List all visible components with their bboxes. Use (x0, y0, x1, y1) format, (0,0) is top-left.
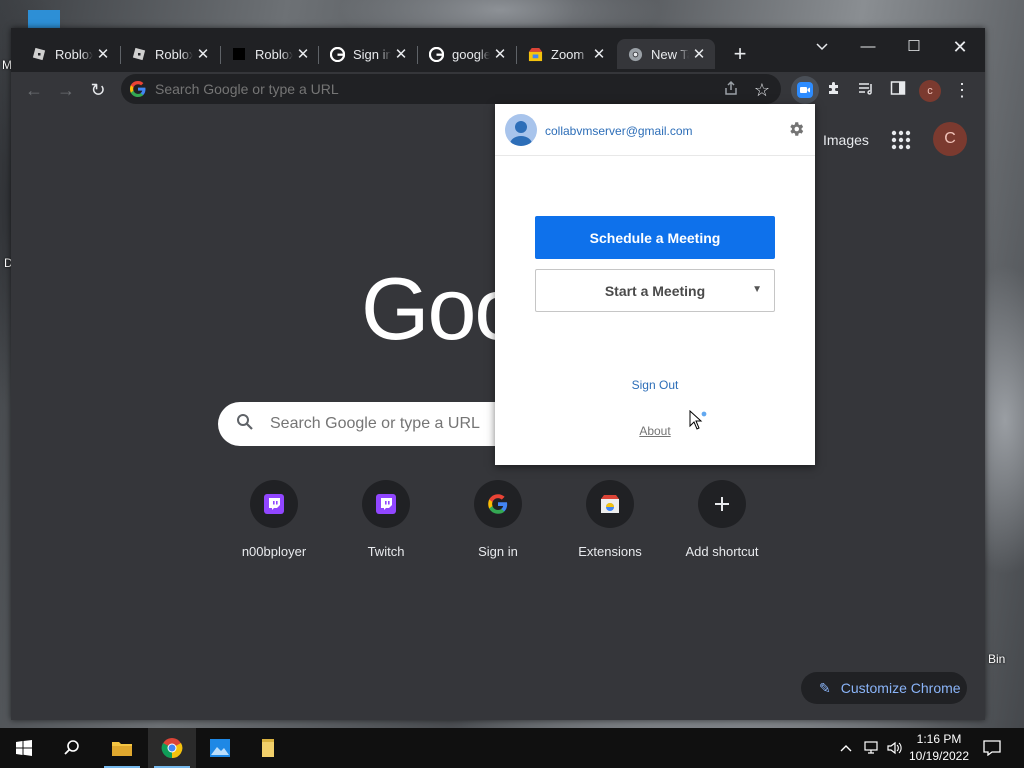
google-g-icon (130, 81, 146, 97)
tab-title: Roblox (155, 46, 193, 62)
google-icon (329, 46, 345, 62)
tab-title: google (452, 46, 490, 62)
share-icon[interactable] (719, 78, 743, 102)
tab-title: Roblox (55, 46, 93, 62)
file-explorer-icon[interactable] (98, 728, 146, 768)
start-windows-icon[interactable] (0, 728, 48, 768)
chrome-icon (627, 46, 643, 62)
shortcut-sign-in[interactable]: Sign in (442, 480, 554, 570)
tab-title: New Tab (651, 46, 689, 62)
search-icon[interactable] (48, 728, 96, 768)
twitch-icon (362, 480, 410, 528)
roblox-icon (31, 46, 47, 62)
reload-icon[interactable]: ↻ (86, 78, 110, 102)
shortcut-label: Sign in (478, 544, 518, 559)
forward-arrow-icon[interactable]: → (54, 78, 78, 102)
omnibox[interactable] (121, 74, 781, 104)
chrome-taskbar-icon[interactable] (148, 728, 196, 768)
search-icon (236, 413, 258, 436)
recycle-bin-label[interactable]: Bin (988, 652, 1005, 666)
google-icon (428, 46, 444, 62)
tab-close-icon[interactable]: ✕ (490, 45, 510, 63)
tab-sign-in[interactable]: Sign in ✕ (319, 39, 417, 69)
user-avatar-icon (505, 114, 537, 146)
shortcut-label: Twitch (367, 544, 405, 559)
volume-icon[interactable] (884, 728, 906, 768)
tab-roblox-1[interactable]: Roblox ✕ (21, 39, 119, 69)
tab-search-chevron-icon[interactable] (799, 32, 845, 62)
tab-new-tab[interactable]: New Tab ✕ (617, 39, 715, 69)
network-icon[interactable] (860, 728, 882, 768)
mouse-cursor-busy-icon (689, 410, 707, 430)
notification-center-icon[interactable] (978, 728, 1006, 768)
tab-title: Roblox (255, 46, 293, 62)
shortcut-twitch[interactable]: Twitch (330, 480, 442, 570)
sign-out-link[interactable]: Sign Out (495, 378, 815, 392)
caret-down-icon[interactable]: ▼ (752, 284, 762, 295)
side-panel-icon[interactable] (886, 78, 910, 102)
extensions-puzzle-icon[interactable] (822, 78, 846, 102)
zoom-extension-icon[interactable] (791, 76, 819, 104)
zoom-extension-popup: collabvmserver@gmail.com Schedule a Meet… (495, 104, 815, 465)
roblox-black-icon (231, 46, 247, 62)
google-icon (474, 480, 522, 528)
start-meeting-label: Start a Meeting (604, 282, 706, 299)
shortcut-label: Add shortcut (685, 544, 759, 559)
windows-taskbar: 1:16 PM 10/19/2022 (0, 728, 1024, 768)
new-tab-plus-icon[interactable]: + (727, 42, 753, 68)
customize-chrome-button[interactable]: ✎ Customize Chrome (801, 672, 967, 704)
clock-date: 10/19/2022 (908, 749, 970, 763)
sticky-notes-icon[interactable] (244, 728, 292, 768)
reading-list-icon[interactable] (854, 78, 878, 102)
account-email: collabvmserver@gmail.com (545, 124, 693, 138)
start-meeting-button[interactable]: Start a Meeting ▼ (535, 269, 775, 312)
about-link[interactable]: About (495, 424, 815, 438)
roblox-icon (131, 46, 147, 62)
tab-roblox-2[interactable]: Roblox ✕ (121, 39, 219, 69)
settings-gear-icon[interactable] (787, 120, 805, 138)
bookmark-star-icon[interactable]: ☆ (750, 78, 774, 102)
tab-close-icon[interactable]: ✕ (93, 45, 113, 63)
tab-close-icon[interactable]: ✕ (589, 45, 609, 63)
menu-kebab-icon[interactable]: ⋮ (950, 78, 974, 102)
tab-title: Sign in (353, 46, 391, 62)
plus-icon (698, 480, 746, 528)
account-avatar[interactable]: C (933, 122, 967, 156)
tab-close-icon[interactable]: ✕ (689, 45, 709, 63)
zoom-store-icon (527, 46, 543, 62)
twitch-icon (250, 480, 298, 528)
system-clock[interactable]: 1:16 PM 10/19/2022 (904, 731, 974, 765)
shortcut-label: n00bployer (241, 544, 307, 559)
tab-roblox-3[interactable]: Roblox ✕ (221, 39, 319, 69)
minimize-icon[interactable]: — (845, 32, 891, 62)
close-window-icon[interactable]: ✕ (937, 32, 983, 62)
back-arrow-icon[interactable]: ← (22, 78, 46, 102)
schedule-meeting-button[interactable]: Schedule a Meeting (535, 216, 775, 259)
photos-icon[interactable] (196, 728, 244, 768)
tab-zoom[interactable]: Zoom ✕ (517, 39, 615, 69)
google-apps-icon[interactable] (891, 130, 911, 150)
maximize-icon[interactable]: ☐ (891, 32, 937, 62)
shortcut-extensions[interactable]: Extensions (554, 480, 666, 570)
images-link[interactable]: Images (823, 132, 869, 148)
profile-avatar[interactable]: c (919, 80, 941, 102)
shortcut-add[interactable]: Add shortcut (666, 480, 778, 570)
tab-google[interactable]: google ✕ (418, 39, 516, 69)
shortcut-label: Extensions (578, 544, 642, 559)
browser-toolbar: ← → ↻ ☆ c ⋮ (11, 72, 985, 108)
tab-close-icon[interactable]: ✕ (293, 45, 313, 63)
tab-close-icon[interactable]: ✕ (193, 45, 213, 63)
pencil-icon: ✎ (819, 679, 831, 696)
shortcut-n00bployer[interactable]: n00bployer (218, 480, 330, 570)
omnibox-input[interactable] (155, 81, 781, 97)
clock-time: 1:16 PM (916, 732, 962, 746)
tab-close-icon[interactable]: ✕ (391, 45, 411, 63)
tray-chevron-up-icon[interactable] (836, 728, 856, 768)
chrome-webstore-icon (586, 480, 634, 528)
popup-header: collabvmserver@gmail.com (495, 104, 815, 156)
customize-label: Customize Chrome (840, 680, 961, 696)
tab-title: Zoom (551, 46, 585, 62)
tab-strip: Roblox ✕ Roblox ✕ Roblox ✕ Sign in ✕ goo… (11, 28, 985, 72)
